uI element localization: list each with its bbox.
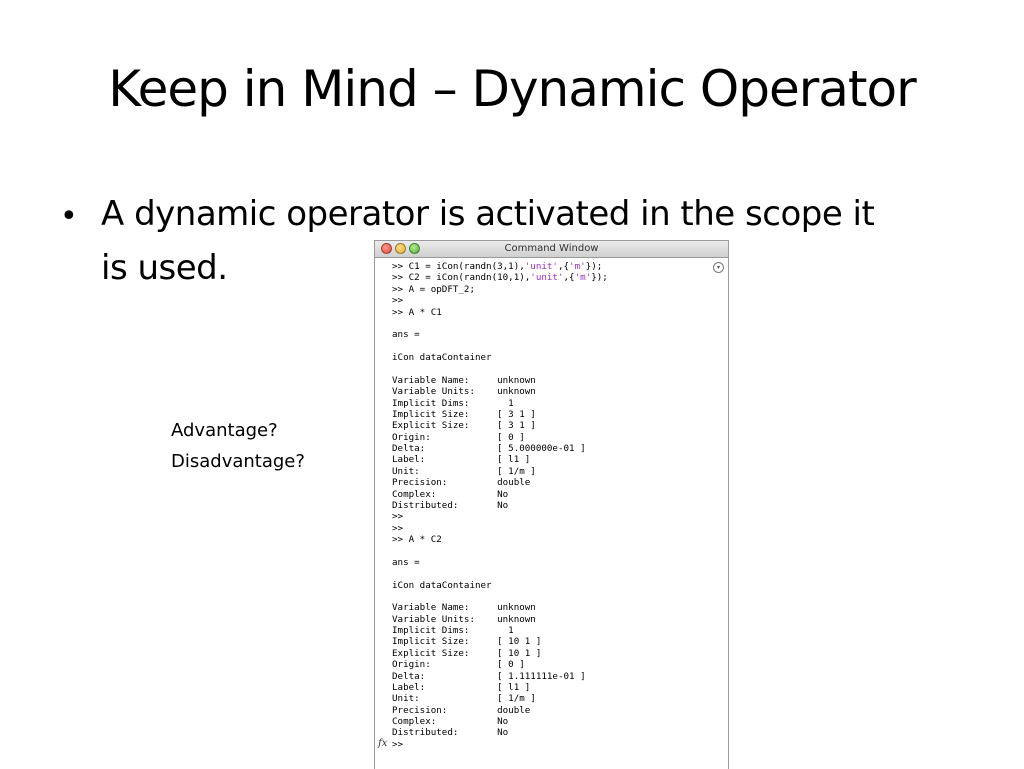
console-line: Implicit Size: [ 3 1 ] [392,408,536,420]
console-line: Origin: [ 0 ] [392,431,525,443]
console-line: Implicit Dims: 1 [392,397,514,409]
console-line: iCon dataContainer [392,352,492,363]
command-window: Command Window ▾ >> C1 = iCon(randn(3,1)… [374,240,729,769]
window-titlebar: Command Window [375,241,728,258]
console-line: >> C2 = iCon(randn(10,1),'unit',{'m'}); [392,272,608,284]
advantage-question: Advantage? [171,420,278,441]
command-prompt[interactable]: >> [392,739,403,750]
disadvantage-question: Disadvantage? [171,451,305,472]
console-line: ans = [392,329,420,341]
console-line: Variable Units: unknown [392,613,536,625]
console-line: >> [392,511,404,523]
console-line: >> A * C2 [392,534,442,545]
console-line: Explicit Size: [ 3 1 ] [392,420,536,432]
window-title: Command Window [504,243,599,254]
console-line: Implicit Dims: 1 [392,625,514,636]
console-line: Precision: double [392,704,531,716]
bullet-dot: • [60,199,78,234]
bullet-text-line-1: A dynamic operator is activated in the s… [101,194,875,234]
function-browser-icon[interactable]: fx [378,738,387,749]
slide-title: Keep in Mind – Dynamic Operator [108,60,916,118]
console-line: Delta: [ 5.000000e-01 ] [392,443,586,454]
console-line: >> A * C1 [392,306,442,318]
console-line: Label: [ l1 ] [392,681,531,693]
console-line: Variable Units: unknown [392,386,536,398]
console-line: >> A = opDFT_2; [392,283,475,295]
console-line: Unit: [ 1/m ] [392,465,536,477]
console-line: >> [392,522,404,534]
console-line: Distributed: No [392,499,509,511]
console-line: Explicit Size: [ 10 1 ] [392,647,542,659]
console-line: Origin: [ 0 ] [392,659,525,671]
console-menu-icon[interactable]: ▾ [713,262,724,273]
console-line: >> C1 = iCon(randn(3,1),'unit',{'m'}); [392,261,603,272]
console-output[interactable]: >> C1 = iCon(randn(3,1),'unit',{'m'}); >… [392,261,608,750]
console-line: Implicit Size: [ 10 1 ] [392,636,542,648]
bullet-text-line-2: is used. [101,248,228,288]
console-line: Unit: [ 1/m ] [392,693,536,705]
console-line: >> [392,295,404,307]
console-line: Distributed: No [392,727,509,739]
console-line: Label: [ l1 ] [392,454,531,466]
console-line: Precision: double [392,477,531,489]
console-line: Complex: No [392,716,509,727]
console-line: Delta: [ 1.111111e-01 ] [392,670,586,682]
console-line: ans = [392,556,420,568]
console-line: Variable Name: unknown [392,374,536,386]
console-line: Variable Name: unknown [392,602,536,614]
console-line: Complex: No [392,488,509,500]
console-line: iCon dataContainer [392,579,492,591]
